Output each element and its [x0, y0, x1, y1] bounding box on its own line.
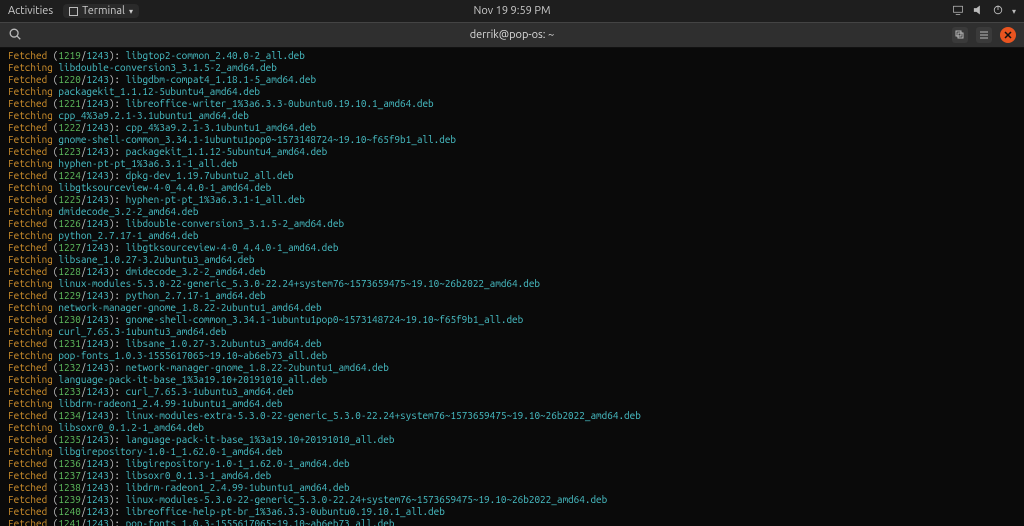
terminal-line: Fetching libdouble-conversion3_3.1.5-2_a…: [8, 62, 1016, 74]
terminal-icon: [69, 7, 78, 16]
terminal-line: Fetched (1229/1243): python_2.7.17-1_amd…: [8, 290, 1016, 302]
terminal-line: Fetched (1222/1243): cpp_4%3a9.2.1-3.1ub…: [8, 122, 1016, 134]
terminal-line: Fetching libgtksourceview-4-0_4.4.0-1_am…: [8, 182, 1016, 194]
terminal-line: Fetching linux-modules-5.3.0-22-generic_…: [8, 278, 1016, 290]
new-tab-button[interactable]: [952, 27, 968, 43]
terminal-line: Fetched (1228/1243): dmidecode_3.2-2_amd…: [8, 266, 1016, 278]
headerbar-right: [952, 27, 1016, 43]
active-app-label: Terminal: [82, 5, 125, 17]
activities-button[interactable]: Activities: [8, 5, 53, 17]
terminal-line: Fetched (1234/1243): linux-modules-extra…: [8, 410, 1016, 422]
terminal-line: Fetching network-manager-gnome_1.8.22-2u…: [8, 302, 1016, 314]
gnome-top-bar: Activities Terminal ▾ Nov 19 9:59 PM ▾: [0, 0, 1024, 22]
chevron-down-icon: ▾: [129, 7, 133, 16]
terminal-line: Fetched (1237/1243): libsoxr0_0.1.3-1_am…: [8, 470, 1016, 482]
terminal-line: Fetched (1240/1243): libreoffice-help-pt…: [8, 506, 1016, 518]
terminal-line: Fetched (1219/1243): libgtop2-common_2.4…: [8, 50, 1016, 62]
power-icon: [992, 4, 1004, 19]
terminal-line: Fetched (1226/1243): libdouble-conversio…: [8, 218, 1016, 230]
terminal-line: Fetched (1231/1243): libsane_1.0.27-3.2u…: [8, 338, 1016, 350]
search-icon[interactable]: [8, 27, 22, 44]
terminal-line: Fetching curl_7.65.3-1ubuntu3_amd64.deb: [8, 326, 1016, 338]
terminal-line: Fetched (1238/1243): libdrm-radeon1_2.4.…: [8, 482, 1016, 494]
active-app-indicator[interactable]: Terminal ▾: [63, 4, 139, 18]
status-area[interactable]: ▾: [952, 4, 1016, 19]
terminal-line: Fetched (1221/1243): libreoffice-writer_…: [8, 98, 1016, 110]
terminal-line: Fetched (1224/1243): dpkg-dev_1.19.7ubun…: [8, 170, 1016, 182]
terminal-line: Fetching gnome-shell-common_3.34.1-1ubun…: [8, 134, 1016, 146]
terminal-line: Fetched (1232/1243): network-manager-gno…: [8, 362, 1016, 374]
terminal-line: Fetched (1220/1243): libgdbm-compat4_1.1…: [8, 74, 1016, 86]
terminal-line: Fetched (1235/1243): language-pack-it-ba…: [8, 434, 1016, 446]
terminal-line: Fetching libdrm-radeon1_2.4.99-1ubuntu1_…: [8, 398, 1016, 410]
terminal-line: Fetched (1223/1243): packagekit_1.1.12-5…: [8, 146, 1016, 158]
terminal-line: Fetching pop-fonts_1.0.3-1555617065~19.1…: [8, 350, 1016, 362]
terminal-line: Fetched (1241/1243): pop-fonts_1.0.3-155…: [8, 518, 1016, 526]
terminal-line: Fetching packagekit_1.1.12-5ubuntu4_amd6…: [8, 86, 1016, 98]
terminal-header-bar: derrik@pop-os: ~: [0, 22, 1024, 48]
terminal-output[interactable]: Fetched (1219/1243): libgtop2-common_2.4…: [0, 48, 1024, 526]
terminal-line: Fetching dmidecode_3.2-2_amd64.deb: [8, 206, 1016, 218]
close-window-button[interactable]: [1000, 27, 1016, 43]
terminal-line: Fetching libsane_1.0.27-3.2ubuntu3_amd64…: [8, 254, 1016, 266]
terminal-line: Fetching python_2.7.17-1_amd64.deb: [8, 230, 1016, 242]
terminal-line: Fetching libgirepository-1.0-1_1.62.0-1_…: [8, 446, 1016, 458]
terminal-line: Fetching language-pack-it-base_1%3a19.10…: [8, 374, 1016, 386]
chevron-down-icon: ▾: [1012, 7, 1016, 16]
headerbar-left: [8, 27, 22, 44]
volume-icon: [972, 4, 984, 19]
terminal-line: Fetching cpp_4%3a9.2.1-3.1ubuntu1_amd64.…: [8, 110, 1016, 122]
terminal-line: Fetched (1233/1243): curl_7.65.3-1ubuntu…: [8, 386, 1016, 398]
terminal-line: Fetching hyphen-pt-pt_1%3a6.3.1-1_all.de…: [8, 158, 1016, 170]
terminal-line: Fetched (1230/1243): gnome-shell-common_…: [8, 314, 1016, 326]
terminal-line: Fetched (1239/1243): linux-modules-5.3.0…: [8, 494, 1016, 506]
terminal-line: Fetched (1236/1243): libgirepository-1.0…: [8, 458, 1016, 470]
terminal-line: Fetched (1225/1243): hyphen-pt-pt_1%3a6.…: [8, 194, 1016, 206]
hamburger-menu-button[interactable]: [976, 27, 992, 43]
topbar-left: Activities Terminal ▾: [8, 4, 139, 18]
window-title: derrik@pop-os: ~: [470, 29, 555, 41]
screen-icon: [952, 4, 964, 19]
terminal-line: Fetching libsoxr0_0.1.2-1_amd64.deb: [8, 422, 1016, 434]
clock[interactable]: Nov 19 9:59 PM: [473, 5, 550, 17]
terminal-line: Fetched (1227/1243): libgtksourceview-4-…: [8, 242, 1016, 254]
